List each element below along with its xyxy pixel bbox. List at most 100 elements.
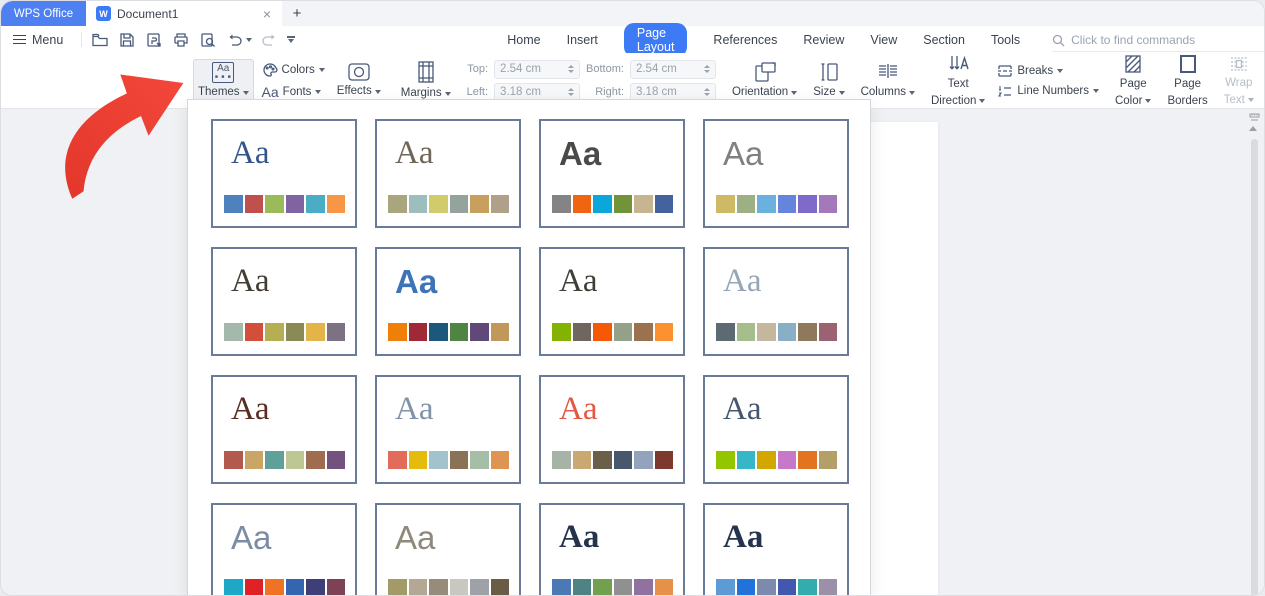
theme-color-swatches [388, 195, 509, 214]
color-swatch [286, 323, 305, 342]
theme-preview-text: Aa [723, 393, 761, 426]
save-icon[interactable] [118, 31, 136, 49]
themes-icon: Aa■ ■ ■ [212, 62, 234, 83]
colors-button[interactable]: Colors [262, 62, 325, 78]
color-swatch [327, 451, 346, 470]
tab-tools[interactable]: Tools [991, 33, 1020, 47]
tab-section[interactable]: Section [923, 33, 965, 47]
theme-card[interactable]: Aa [703, 375, 849, 484]
size-label: Size [813, 86, 835, 99]
color-swatch [819, 579, 838, 596]
bottom-margin-input[interactable]: 2.54 cm [630, 60, 716, 79]
redo-icon[interactable] [261, 31, 278, 48]
breaks-button[interactable]: Breaks [997, 64, 1099, 78]
command-search[interactable]: Click to find commands [1052, 33, 1264, 52]
color-swatch [757, 579, 776, 596]
color-swatch [286, 451, 305, 470]
color-swatch [429, 579, 448, 596]
close-tab-icon[interactable]: × [257, 4, 277, 24]
color-swatch [716, 195, 735, 214]
text-direction-button[interactable]: Text Direction [927, 51, 989, 109]
top-margin-input[interactable]: 2.54 cm [494, 60, 580, 79]
theme-card[interactable]: Aa [211, 119, 357, 228]
color-swatch [470, 323, 489, 342]
color-swatch [798, 579, 817, 596]
color-swatch [327, 579, 346, 596]
margins-button[interactable]: Margins [397, 58, 455, 102]
new-tab-button[interactable]: + [287, 3, 307, 23]
theme-card[interactable]: Aa [375, 119, 521, 228]
color-swatch [798, 195, 817, 214]
theme-preview-text: Aa [559, 137, 601, 170]
theme-color-swatches [224, 579, 345, 596]
wps-office-tab-label: WPS Office [14, 8, 73, 20]
theme-card[interactable]: Aa [539, 375, 685, 484]
main-menu-button[interactable]: Menu [13, 33, 63, 47]
orientation-button[interactable]: Orientation [728, 59, 801, 101]
color-swatch [327, 195, 346, 214]
vertical-scrollbar[interactable] [1251, 139, 1258, 596]
theme-preview-text: Aa [231, 137, 269, 170]
wrap-text-label-2: Text [1224, 94, 1245, 107]
colors-palette-icon [262, 62, 278, 78]
color-swatch [470, 195, 489, 214]
color-swatch [737, 323, 756, 342]
theme-card[interactable]: Aa [375, 375, 521, 484]
themes-button[interactable]: Aa■ ■ ■ Themes [193, 59, 254, 102]
wps-office-tab[interactable]: WPS Office [1, 1, 86, 26]
theme-card[interactable]: Aa [539, 247, 685, 356]
theme-color-swatches [716, 323, 837, 342]
theme-card[interactable]: Aa [211, 247, 357, 356]
columns-label: Columns [861, 86, 906, 99]
undo-button[interactable] [226, 31, 252, 48]
color-swatch [552, 451, 571, 470]
theme-card[interactable]: Aa [211, 375, 357, 484]
print-icon[interactable] [172, 31, 190, 49]
writer-doc-icon: W [96, 6, 111, 21]
tab-view[interactable]: View [870, 33, 897, 47]
tab-insert[interactable]: Insert [567, 33, 598, 47]
color-swatch [265, 195, 284, 214]
theme-card[interactable]: Aa [211, 503, 357, 596]
open-file-icon[interactable] [91, 31, 109, 49]
size-button[interactable]: Size [809, 59, 848, 101]
theme-card[interactable]: Aa [703, 119, 849, 228]
tab-home[interactable]: Home [507, 33, 540, 47]
columns-icon [876, 61, 900, 83]
theme-card[interactable]: Aa [375, 503, 521, 596]
tab-references[interactable]: References [713, 33, 777, 47]
theme-card[interactable]: Aa [539, 503, 685, 596]
theme-card[interactable]: Aa [703, 247, 849, 356]
color-swatch [491, 323, 510, 342]
fonts-button[interactable]: Aa Fonts [262, 84, 325, 100]
color-swatch [450, 195, 469, 214]
document-tab[interactable]: W Document1 [86, 1, 282, 26]
theme-card[interactable]: Aa [703, 503, 849, 596]
color-swatch [593, 323, 612, 342]
tab-page-layout[interactable]: Page Layout [624, 23, 688, 57]
page-borders-button[interactable]: Page Borders [1163, 51, 1211, 109]
theme-card[interactable]: Aa [375, 247, 521, 356]
scroll-up-arrow-icon[interactable] [1249, 126, 1257, 131]
customize-toolbar-icon[interactable] [287, 36, 295, 42]
tab-review[interactable]: Review [803, 33, 844, 47]
effects-button[interactable]: Effects [333, 60, 385, 100]
line-numbers-button[interactable]: Line Numbers [997, 84, 1099, 98]
theme-card[interactable]: Aa [539, 119, 685, 228]
color-swatch [634, 323, 653, 342]
page-color-button[interactable]: Page Color [1111, 51, 1155, 109]
color-swatch [429, 195, 448, 214]
columns-button[interactable]: Columns [857, 59, 919, 101]
theme-preview-text: Aa [231, 521, 271, 554]
color-swatch [573, 323, 592, 342]
theme-preview-text: Aa [559, 265, 597, 298]
color-swatch [552, 579, 571, 596]
color-swatch [306, 195, 325, 214]
export-pdf-icon[interactable] [145, 31, 163, 49]
undo-icon [226, 31, 243, 48]
print-preview-icon[interactable] [199, 31, 217, 49]
annotation-arrow [29, 51, 189, 211]
color-swatch [327, 323, 346, 342]
fonts-label: Fonts [283, 86, 312, 98]
color-swatch [388, 323, 407, 342]
